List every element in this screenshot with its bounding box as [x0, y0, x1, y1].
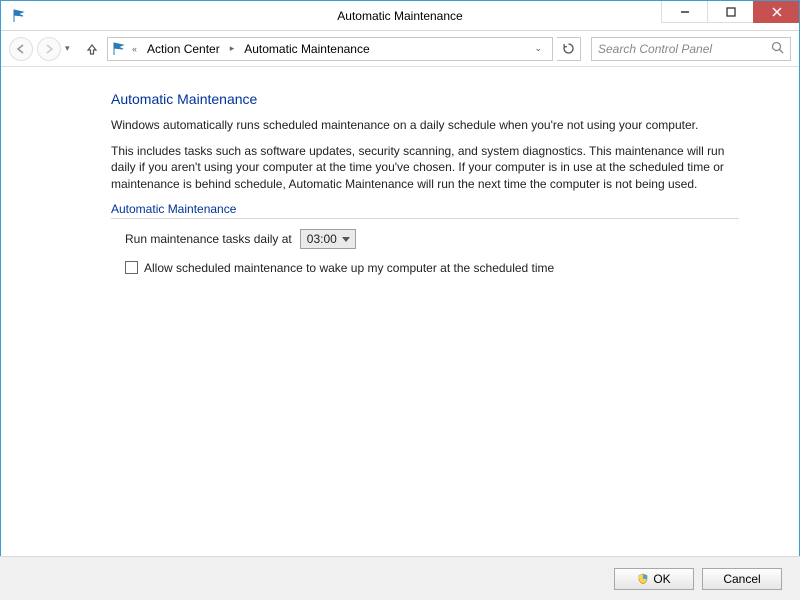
- cancel-label: Cancel: [723, 572, 760, 586]
- forward-button[interactable]: [37, 37, 61, 61]
- schedule-label: Run maintenance tasks daily at: [125, 232, 292, 246]
- breadcrumb-item[interactable]: Automatic Maintenance: [240, 42, 373, 56]
- up-button[interactable]: [81, 38, 103, 60]
- maximize-button[interactable]: [707, 1, 753, 23]
- chevron-right-icon: ▸: [228, 43, 237, 54]
- shield-icon: [637, 573, 649, 585]
- wake-checkbox[interactable]: [125, 261, 138, 274]
- page-heading: Automatic Maintenance: [111, 91, 739, 107]
- intro-text: Windows automatically runs scheduled mai…: [111, 117, 739, 133]
- wake-row: Allow scheduled maintenance to wake up m…: [111, 261, 739, 275]
- search-icon: [771, 41, 784, 57]
- ok-button[interactable]: OK: [614, 568, 694, 590]
- refresh-button[interactable]: [557, 37, 581, 61]
- window-controls: [661, 1, 799, 23]
- schedule-time-select[interactable]: 03:00: [300, 229, 356, 249]
- details-text: This includes tasks such as software upd…: [111, 143, 739, 192]
- history-dropdown-icon[interactable]: ▾: [65, 43, 77, 54]
- schedule-row: Run maintenance tasks daily at 03:00: [111, 229, 739, 249]
- cancel-button[interactable]: Cancel: [702, 568, 782, 590]
- close-button[interactable]: [753, 1, 799, 23]
- minimize-button[interactable]: [661, 1, 707, 23]
- address-dropdown-icon[interactable]: ⌄: [528, 43, 548, 54]
- footer: OK Cancel: [0, 556, 800, 600]
- back-button[interactable]: [9, 37, 33, 61]
- breadcrumb-item[interactable]: Action Center: [143, 42, 224, 56]
- address-bar[interactable]: « Action Center ▸ Automatic Maintenance …: [107, 37, 553, 61]
- content-area: Automatic Maintenance Windows automatica…: [1, 67, 799, 547]
- schedule-time-value: 03:00: [307, 232, 337, 246]
- chevron-left-icon: «: [130, 44, 139, 54]
- wake-label: Allow scheduled maintenance to wake up m…: [144, 261, 554, 275]
- flag-icon: [9, 6, 29, 26]
- ok-label: OK: [653, 572, 670, 586]
- section-label: Automatic Maintenance: [111, 202, 739, 219]
- title-bar: Automatic Maintenance: [1, 1, 799, 31]
- search-box[interactable]: [591, 37, 791, 61]
- flag-icon: [112, 42, 126, 56]
- search-input[interactable]: [598, 42, 771, 56]
- nav-bar: ▾ « Action Center ▸ Automatic Maintenanc…: [1, 31, 799, 67]
